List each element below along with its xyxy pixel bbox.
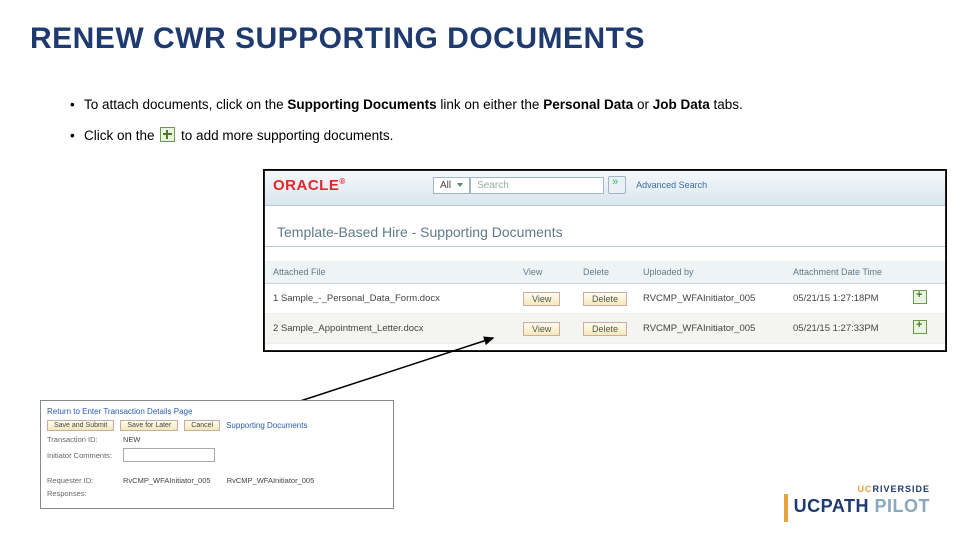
save-later-button[interactable]: Save for Later	[120, 420, 178, 431]
plus-icon	[160, 127, 175, 142]
view-button[interactable]: View	[523, 292, 560, 306]
app-screenshot: ORACLE® All Search Advanced Search Templ…	[264, 170, 946, 351]
oracle-logo: ORACLE®	[273, 178, 346, 193]
table-header: Attached File View Delete Uploaded by At…	[265, 261, 945, 284]
page-heading: Template-Based Hire - Supporting Documen…	[265, 206, 945, 247]
delete-button[interactable]: Delete	[583, 322, 627, 336]
bullet-2: Click on the to add more supporting docu…	[70, 125, 743, 147]
scope-dropdown[interactable]: All	[433, 177, 470, 194]
delete-button[interactable]: Delete	[583, 292, 627, 306]
view-button[interactable]: View	[523, 322, 560, 336]
search-input[interactable]: Search	[470, 177, 604, 194]
add-row-icon[interactable]	[913, 320, 927, 334]
supporting-docs-link[interactable]: Supporting Documents	[226, 421, 307, 430]
search-go-button[interactable]	[608, 176, 626, 194]
app-toolbar: ORACLE® All Search Advanced Search	[265, 171, 945, 206]
save-submit-button[interactable]: Save and Submit	[47, 420, 114, 431]
bullet-1: To attach documents, click on the Suppor…	[70, 94, 743, 116]
add-row-icon[interactable]	[913, 290, 927, 304]
cancel-button[interactable]: Cancel	[184, 420, 220, 431]
advanced-search-link[interactable]: Advanced Search	[636, 180, 707, 190]
table-row: 2 Sample_Appointment_Letter.docx View De…	[265, 314, 945, 344]
slide-title: RENEW CWR SUPPORTING DOCUMENTS	[30, 22, 645, 56]
detail-popup: Return to Enter Transaction Details Page…	[40, 400, 394, 509]
table-row: 1 Sample_-_Personal_Data_Form.docx View …	[265, 284, 945, 314]
chevron-down-icon	[457, 183, 463, 187]
bullet-list: To attach documents, click on the Suppor…	[30, 94, 743, 157]
return-link[interactable]: Return to Enter Transaction Details Page	[47, 407, 387, 416]
comments-field[interactable]	[123, 448, 215, 462]
footer-logo: UCRIVERSIDE UCPATH PILOT	[784, 484, 930, 522]
